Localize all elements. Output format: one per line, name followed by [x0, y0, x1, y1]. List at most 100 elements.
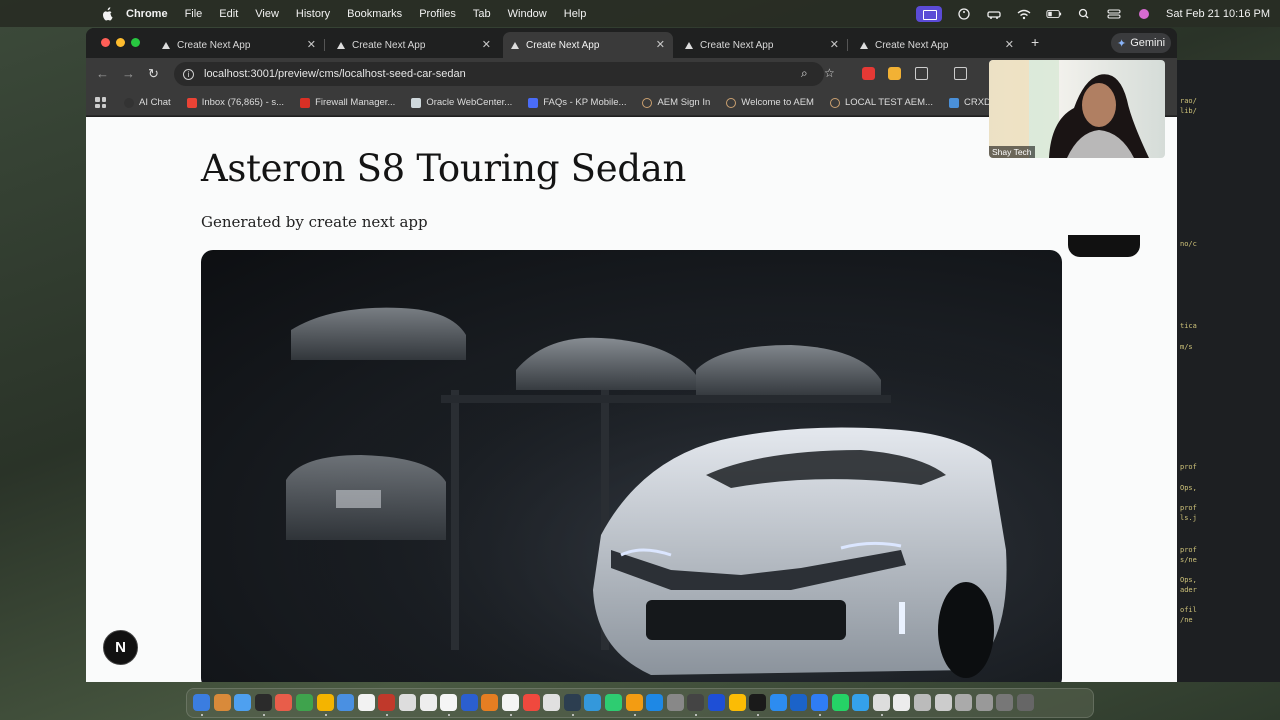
bookmark-welcome-to-aem[interactable]: Welcome to AEM: [726, 97, 814, 108]
tab-close-icon[interactable]: ✕: [830, 38, 839, 51]
dock-app-icon[interactable]: [378, 694, 396, 711]
menu-window[interactable]: Window: [508, 8, 547, 20]
back-arrow-icon[interactable]: ←: [96, 66, 109, 81]
dock-app-icon[interactable]: [460, 694, 478, 711]
dock-app-icon[interactable]: [213, 694, 231, 711]
video-call-overlay[interactable]: Shay Tech: [989, 60, 1165, 158]
dock-app-icon[interactable]: [399, 694, 416, 711]
dock-app-icon[interactable]: [563, 694, 581, 711]
dock-app-icon[interactable]: [790, 694, 808, 711]
site-info-icon[interactable]: i: [183, 68, 194, 80]
reload-icon[interactable]: ↻: [148, 66, 159, 82]
dock-running-indicator: [448, 714, 451, 716]
tab-2[interactable]: Create Next App ✕: [329, 32, 499, 58]
dock-app-icon[interactable]: [440, 694, 458, 711]
window-close-button[interactable]: [101, 38, 110, 47]
menu-help[interactable]: Help: [564, 8, 587, 20]
tab-3-active[interactable]: Create Next App ✕: [503, 32, 673, 58]
bookmark-ai-chat[interactable]: AI Chat: [124, 97, 171, 108]
tab-5[interactable]: Create Next App ✕: [852, 32, 1022, 58]
bookmark-inbox[interactable]: Inbox (76,865) - s...: [186, 97, 284, 108]
menubar-datetime[interactable]: Sat Feb 21 10:16 PM: [1166, 8, 1270, 20]
tab-close-icon[interactable]: ✕: [1005, 38, 1014, 51]
screen-record-icon[interactable]: [916, 5, 943, 22]
dock-app-icon[interactable]: [749, 694, 767, 711]
battery-icon[interactable]: [1046, 8, 1062, 20]
gemini-button[interactable]: ✦ Gemini: [1111, 33, 1171, 53]
dock-app-icon[interactable]: [625, 694, 643, 711]
zoom-magnifier-icon[interactable]: ⌕: [801, 66, 808, 81]
dock-app-icon[interactable]: [522, 694, 540, 711]
dock-app-icon[interactable]: [419, 694, 437, 711]
dock-app-icon[interactable]: [275, 694, 293, 711]
bookmark-firewall-manager[interactable]: Firewall Manager...: [300, 97, 395, 108]
menu-file[interactable]: File: [185, 8, 203, 20]
bookmark-local-test-aem[interactable]: LOCAL TEST AEM...: [829, 97, 933, 108]
dock-app-icon[interactable]: [254, 694, 272, 711]
menu-edit[interactable]: Edit: [219, 8, 238, 20]
dock-app-icon[interactable]: [481, 694, 499, 711]
dock-app-icon[interactable]: [234, 694, 252, 711]
extensions-puzzle-icon[interactable]: [915, 67, 928, 80]
dock-app-icon[interactable]: [543, 694, 561, 711]
spotlight-search-icon[interactable]: [1076, 8, 1092, 20]
dock-app-icon[interactable]: [769, 694, 787, 711]
bookmark-faqs-kp-mobile[interactable]: FAQs - KP Mobile...: [528, 97, 626, 108]
accessibility-icon[interactable]: [956, 7, 972, 20]
dock-app-icon[interactable]: [811, 694, 828, 711]
dock-app-icon[interactable]: [914, 694, 931, 711]
window-minimize-button[interactable]: [116, 38, 125, 47]
car-icon[interactable]: [986, 8, 1002, 20]
tab-close-icon[interactable]: ✕: [656, 38, 665, 51]
forward-arrow-icon[interactable]: →: [122, 66, 135, 81]
siri-icon[interactable]: [1136, 8, 1152, 20]
dock-app-icon[interactable]: [831, 694, 849, 711]
extension-shield-icon[interactable]: [862, 67, 875, 80]
dock-app-icon[interactable]: [708, 694, 725, 711]
dock-app-icon[interactable]: [934, 694, 952, 711]
dock-app-icon[interactable]: [996, 694, 1014, 711]
dock-app-icon[interactable]: [975, 694, 993, 711]
menu-bookmarks[interactable]: Bookmarks: [347, 8, 402, 20]
dock-app-icon[interactable]: [316, 694, 334, 711]
side-panel-icon[interactable]: [954, 67, 967, 80]
menu-tab[interactable]: Tab: [473, 8, 491, 20]
tab-1[interactable]: Create Next App ✕: [154, 32, 325, 58]
dock-app-icon[interactable]: [296, 694, 313, 711]
menu-history[interactable]: History: [296, 8, 330, 20]
dock-app-icon[interactable]: [357, 694, 375, 711]
tab-close-icon[interactable]: ✕: [482, 38, 491, 51]
dock-app-icon[interactable]: [666, 694, 684, 711]
extension-yellow-icon[interactable]: [888, 67, 901, 80]
tab-4[interactable]: Create Next App ✕: [677, 32, 848, 58]
dock-app-icon[interactable]: [605, 694, 622, 711]
menu-view[interactable]: View: [255, 8, 279, 20]
address-url[interactable]: localhost:3001/preview/cms/localhost-see…: [204, 68, 466, 80]
dock-app-icon[interactable]: [193, 694, 210, 711]
bookmark-star-icon[interactable]: ☆: [824, 66, 835, 80]
menu-app-name[interactable]: Chrome: [126, 8, 168, 20]
dock-app-icon[interactable]: [687, 694, 705, 711]
dock-app-icon[interactable]: [1017, 694, 1034, 711]
dock-app-icon[interactable]: [502, 694, 519, 711]
apps-grid-icon[interactable]: [95, 97, 106, 108]
tab-close-icon[interactable]: ✕: [307, 38, 316, 51]
wifi-icon[interactable]: [1016, 8, 1032, 20]
bookmark-oracle-webcenter[interactable]: Oracle WebCenter...: [411, 97, 512, 108]
window-maximize-button[interactable]: [131, 38, 140, 47]
new-tab-plus-icon[interactable]: +: [1031, 34, 1039, 50]
dock-app-icon[interactable]: [872, 694, 890, 711]
dock-app-icon[interactable]: [337, 694, 355, 711]
control-center-icon[interactable]: [1106, 8, 1122, 20]
menu-profiles[interactable]: Profiles: [419, 8, 456, 20]
dock-app-icon[interactable]: [646, 694, 664, 711]
address-bar[interactable]: i localhost:3001/preview/cms/localhost-s…: [174, 62, 835, 86]
dock-app-icon[interactable]: [893, 694, 911, 711]
apple-icon[interactable]: [100, 6, 114, 21]
dock-app-icon[interactable]: [955, 694, 973, 711]
nextjs-dev-tools-button[interactable]: N: [103, 630, 138, 665]
dock-app-icon[interactable]: [728, 694, 746, 711]
dock-app-icon[interactable]: [584, 694, 602, 711]
dock-app-icon[interactable]: [852, 694, 870, 711]
bookmark-aem-sign-in[interactable]: AEM Sign In: [642, 97, 710, 108]
